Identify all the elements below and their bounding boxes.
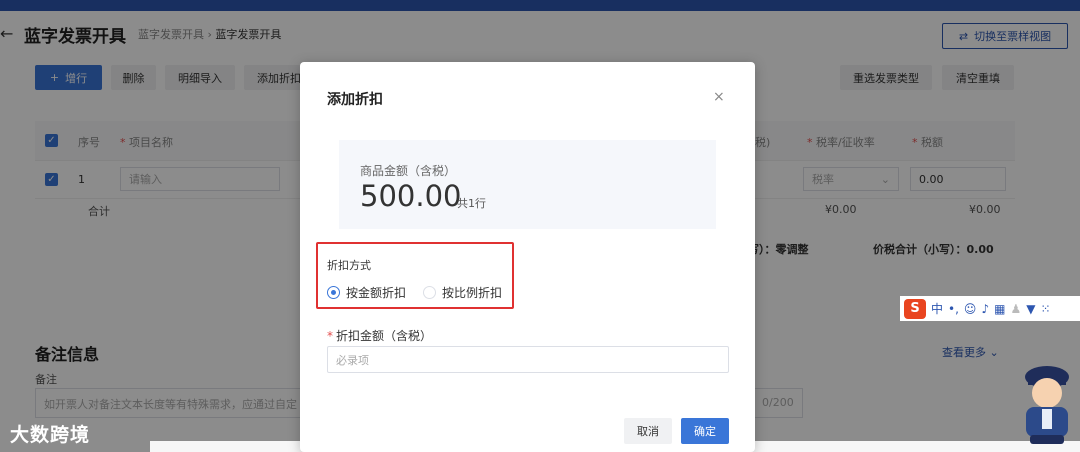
close-icon[interactable]: ×	[713, 89, 725, 105]
radio-by-ratio-label: 按比例折扣	[442, 286, 503, 300]
amount-rows: 共1行	[457, 197, 486, 210]
punctuation-icon[interactable]: •,	[948, 302, 959, 316]
discount-amount-input[interactable]: 必录项	[327, 346, 729, 373]
microphone-icon[interactable]: ♪	[981, 302, 989, 316]
ime-mode-label[interactable]: 中	[931, 300, 943, 317]
keyboard-icon[interactable]: ▦	[994, 302, 1005, 316]
radio-by-amount-label: 按金额折扣	[346, 286, 407, 300]
radio-unchecked-icon	[423, 286, 436, 299]
grid-icon[interactable]: ⁙	[1040, 302, 1050, 316]
radio-by-amount[interactable]: 按金额折扣	[327, 284, 406, 301]
amount-summary-card: 商品金额（含税） 500.00 共1行	[339, 140, 716, 229]
skin-icon[interactable]: ▼	[1026, 302, 1035, 316]
mascot-avatar	[1025, 366, 1069, 444]
discount-method-label: 折扣方式	[327, 259, 371, 272]
dialog-title: 添加折扣	[327, 92, 383, 108]
radio-checked-icon	[327, 286, 340, 299]
radio-by-ratio[interactable]: 按比例折扣	[423, 284, 502, 301]
ime-toolbar[interactable]: S 中 •, ☺ ♪ ▦ ♟ ▼ ⁙	[900, 296, 1080, 321]
add-discount-dialog: 添加折扣 × 商品金额（含税） 500.00 共1行 折扣方式 按金额折扣 按比…	[300, 62, 755, 452]
emoji-icon[interactable]: ☺	[964, 302, 977, 316]
user-icon[interactable]: ♟	[1010, 302, 1021, 316]
amount-label: 商品金额（含税）	[360, 164, 457, 178]
amount-value: 500.00	[360, 179, 462, 213]
sogou-logo-icon: S	[904, 298, 926, 319]
watermark: 大数跨境	[10, 424, 91, 446]
cancel-button[interactable]: 取消	[624, 418, 672, 444]
discount-amount-label-text: 折扣金额（含税）	[336, 329, 433, 343]
discount-amount-label: * 折扣金额（含税）	[327, 329, 433, 343]
confirm-button[interactable]: 确定	[681, 418, 729, 444]
